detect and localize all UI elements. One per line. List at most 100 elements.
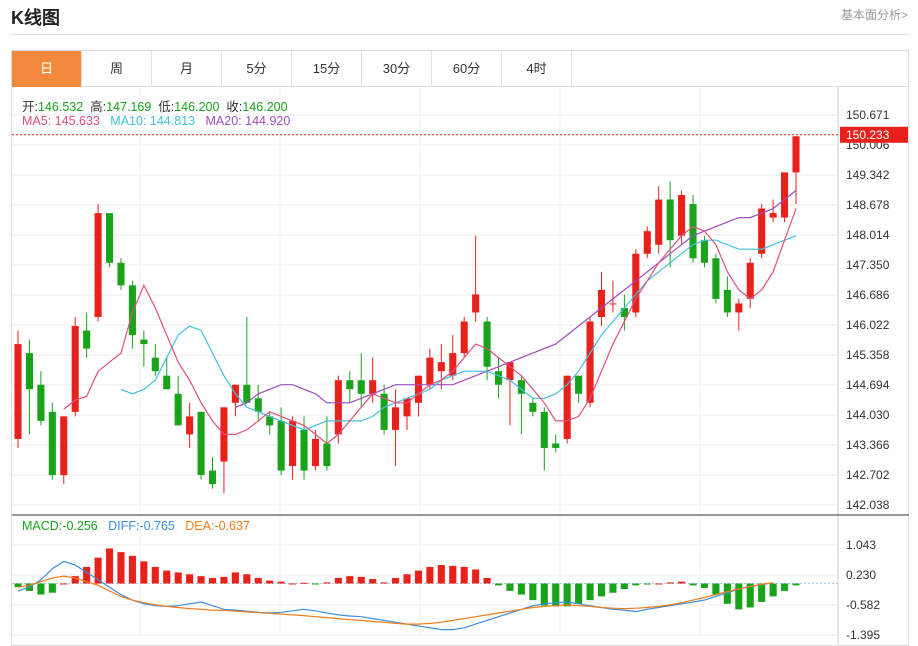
macd-bar bbox=[208, 577, 217, 584]
price-tick-label: 149.342 bbox=[846, 168, 890, 182]
macd-bar bbox=[781, 583, 789, 591]
candle-body bbox=[723, 289, 731, 313]
candle-body bbox=[392, 407, 400, 430]
ma20-label: MA20: bbox=[205, 114, 242, 128]
low-label: 低: bbox=[158, 100, 175, 114]
macd-bar bbox=[186, 574, 194, 584]
candle-body bbox=[369, 380, 377, 394]
ma5-text: MA5: 145.633 bbox=[22, 114, 100, 128]
candle-body bbox=[678, 195, 686, 236]
macd-text: MACD:-0.256 bbox=[22, 519, 98, 533]
macd-bar bbox=[472, 569, 480, 584]
candle-body bbox=[414, 375, 422, 403]
candle-body bbox=[163, 375, 171, 390]
candle-body bbox=[140, 339, 148, 345]
candle-body bbox=[758, 208, 766, 254]
candle-body bbox=[105, 213, 114, 263]
candle-body bbox=[700, 240, 709, 263]
diff-value: -0.765 bbox=[139, 519, 175, 533]
macd-bar bbox=[517, 583, 525, 595]
macd-bar bbox=[483, 577, 491, 584]
macd-bar bbox=[632, 583, 640, 586]
macd-bar bbox=[655, 583, 663, 585]
candle-body bbox=[300, 429, 308, 471]
ma10-text: MA10: 144.813 bbox=[110, 114, 195, 128]
candle-body bbox=[277, 420, 285, 471]
price-tick-label: 142.038 bbox=[846, 498, 890, 512]
macd-bar bbox=[163, 570, 171, 584]
candle-body bbox=[186, 416, 194, 435]
candle-body bbox=[25, 353, 33, 390]
macd-bar bbox=[174, 572, 182, 584]
macd-bar bbox=[449, 565, 457, 584]
last-price-label: 150.233 bbox=[846, 128, 890, 142]
candle-body bbox=[208, 470, 217, 485]
candle-body bbox=[334, 380, 342, 435]
macd-bar bbox=[540, 583, 548, 606]
candle-body bbox=[597, 289, 606, 317]
candle-body bbox=[494, 371, 503, 385]
macd-value: -0.256 bbox=[62, 519, 98, 533]
macd-bar bbox=[37, 583, 45, 595]
candle-body bbox=[254, 398, 262, 412]
candle-body bbox=[311, 438, 320, 467]
candle-body bbox=[117, 262, 125, 286]
price-tick-label: 142.702 bbox=[846, 468, 890, 482]
macd-bar bbox=[380, 582, 388, 584]
ma20-text: MA20: 144.920 bbox=[206, 114, 291, 128]
candle-body bbox=[529, 402, 537, 412]
dea-text: DEA:-0.637 bbox=[185, 519, 250, 533]
candle-body bbox=[735, 303, 743, 313]
candle-body bbox=[460, 321, 468, 354]
candle-body bbox=[483, 321, 491, 367]
candle-body bbox=[426, 357, 434, 385]
price-tick-label: 143.366 bbox=[846, 438, 890, 452]
candle-body bbox=[666, 199, 674, 241]
macd-bar bbox=[735, 583, 743, 610]
candle-body bbox=[552, 443, 560, 448]
close-label: 收: bbox=[226, 100, 243, 114]
price-tick-label: 146.022 bbox=[846, 318, 890, 332]
close-value: 146.200 bbox=[242, 100, 288, 114]
ma5-label: MA5: bbox=[22, 114, 52, 128]
candle-body bbox=[472, 294, 480, 313]
macd-bar bbox=[254, 577, 262, 584]
candle-body bbox=[289, 420, 297, 467]
candle-body bbox=[781, 172, 789, 218]
ma10-label: MA10: bbox=[110, 114, 147, 128]
candle-body bbox=[449, 353, 457, 376]
macd-bar bbox=[666, 582, 674, 584]
macd-bar bbox=[140, 561, 148, 584]
candle-body bbox=[197, 411, 205, 476]
macd-bar bbox=[357, 576, 365, 584]
macd-tick-label: -1.395 bbox=[846, 628, 880, 642]
macd-bar bbox=[220, 576, 228, 584]
price-tick-label: 147.350 bbox=[846, 258, 890, 272]
macd-bar bbox=[689, 583, 697, 586]
macd-bar bbox=[197, 576, 205, 584]
candle-body bbox=[586, 321, 594, 403]
price-tick-label: 145.358 bbox=[846, 348, 890, 362]
candle-body bbox=[346, 380, 354, 390]
macd-bar bbox=[277, 581, 285, 584]
high-value: 147.169 bbox=[106, 100, 152, 114]
dea-label: DEA: bbox=[185, 519, 215, 533]
macd-bar bbox=[266, 580, 274, 584]
open-value: 146.532 bbox=[37, 100, 84, 114]
macd-bar bbox=[597, 583, 606, 597]
macd-bar bbox=[105, 548, 114, 584]
price-tick-label: 146.686 bbox=[846, 288, 890, 302]
macd-bar bbox=[758, 583, 766, 602]
price-tick-label: 144.030 bbox=[846, 408, 890, 422]
dea-value: -0.637 bbox=[214, 519, 250, 533]
ma5-line bbox=[63, 208, 797, 445]
candle-body bbox=[540, 411, 548, 448]
candle-body bbox=[746, 262, 754, 299]
macd-bar bbox=[300, 582, 308, 584]
ma20-value: 144.920 bbox=[245, 114, 291, 128]
macd-bar bbox=[60, 583, 68, 585]
candle-body bbox=[437, 362, 445, 372]
macd-tick-label: 0.230 bbox=[846, 568, 876, 582]
macd-bar bbox=[426, 566, 434, 584]
candle-body bbox=[323, 443, 331, 467]
